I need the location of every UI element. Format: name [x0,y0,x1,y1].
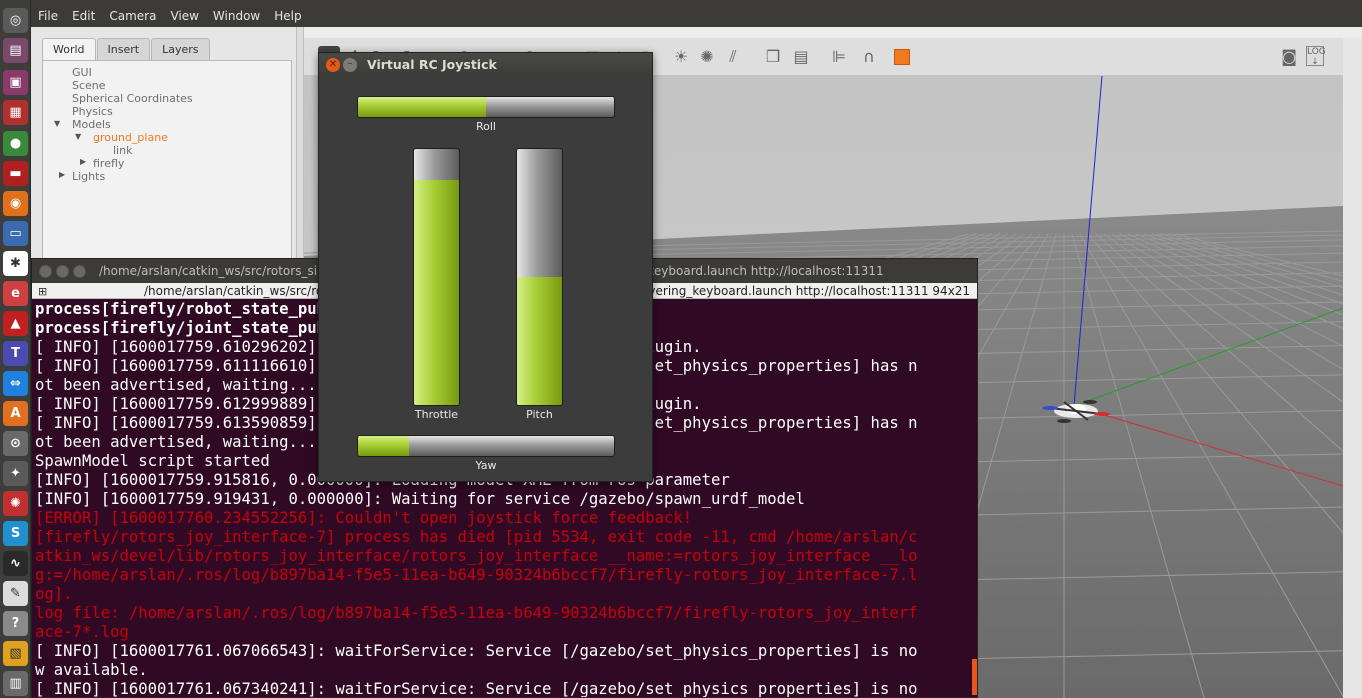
app-icon[interactable]: e [3,281,28,306]
menu-view[interactable]: View [163,9,205,23]
unity-launcher: ◎ ▤ ▣ ▦ ● ▬ ◉ ▭ ✱ e ▲ T ⇔ A ⊙ ✦ ✺ S ∿ ✎ … [0,0,31,698]
copy-icon[interactable]: ❐ [762,46,784,68]
terminal-line: log file: /home/arslan/.ros/log/b897ba14… [35,604,918,622]
joystick-titlebar[interactable]: ✕ – Virtual RC Joystick [319,53,652,76]
tree-item-link[interactable]: link [113,144,132,157]
virtual-rc-joystick-window: ✕ – Virtual RC Joystick Roll Throttle Pi… [318,52,653,482]
terminal-line: [ INFO] [1600017761.067340241]: waitForS… [35,680,918,698]
tree-item-scene[interactable]: Scene [72,79,106,92]
settings-icon[interactable]: ✦ [3,461,28,486]
slack-icon[interactable]: ✱ [3,251,28,276]
tree-item-spherical-coordinates[interactable]: Spherical Coordinates [72,92,193,105]
terminal-line: og]. [35,585,73,603]
terminal-line: g:=/home/arslan/.ros/log/b897ba14-f5e5-1… [35,566,918,584]
paste-icon[interactable]: ▤ [790,46,812,68]
gazebo-icon[interactable]: ▧ [3,641,28,666]
menu-window[interactable]: Window [206,9,267,23]
monitor-icon[interactable]: ∿ [3,551,28,576]
terminal-scrollbar[interactable] [972,659,977,695]
minimize-icon[interactable]: – [343,58,357,72]
teams-icon[interactable]: T [3,341,28,366]
expand-right-icon[interactable]: ▶ [80,157,86,166]
joystick-body: Roll Throttle Pitch Yaw [319,76,652,481]
tab-world[interactable]: World [42,38,96,60]
pitch-bar[interactable] [516,148,563,406]
app-icon[interactable]: A [3,401,28,426]
throttle-fill [414,179,459,405]
tab-layers[interactable]: Layers [151,38,210,60]
tree-item-physics[interactable]: Physics [72,105,113,118]
log-icon[interactable]: LOG ↓ [1306,46,1326,67]
app-icon[interactable]: ▬ [3,161,28,186]
pitch-label: Pitch [526,408,553,421]
snap-icon[interactable]: ∩ [858,46,880,68]
close-icon[interactable]: ✕ [326,58,340,72]
app-icon[interactable]: ⊙ [3,431,28,456]
align-icon[interactable]: ⊫ [828,46,850,68]
screenshot-icon[interactable]: ◙ [1278,46,1300,68]
tree-item-firefly[interactable]: firefly [93,157,124,170]
terminal-line: ace-7*.log [35,623,129,641]
expand-down-icon[interactable]: ▼ [75,132,81,141]
throttle-bar[interactable] [413,148,460,406]
yaw-bar[interactable] [357,435,615,457]
terminal-line: [firefly/rotors_joy_interface-7] process… [35,528,918,546]
editor-icon[interactable]: ✎ [3,581,28,606]
terminal-line: [ INFO] [1600017761.067066543]: waitForS… [35,642,918,660]
maximize-icon[interactable] [73,265,86,278]
roll-label: Roll [476,120,496,133]
view-angle-icon[interactable]: . [894,49,910,65]
menu-file[interactable]: File [31,9,65,23]
yaw-fill [358,436,410,456]
roll-bar[interactable] [357,96,615,118]
app-icon[interactable]: ▲ [3,311,28,336]
files-icon[interactable]: ▤ [3,38,28,63]
expand-right-icon[interactable]: ▶ [59,170,65,179]
terminal-line: w available. [35,661,148,679]
grid-icon[interactable]: ⊞ [38,285,47,298]
app-icon[interactable]: ✺ [3,491,28,516]
pitch-fill [517,277,562,405]
right-panel-strip [1343,38,1362,698]
tab-insert[interactable]: Insert [96,38,151,60]
help-icon[interactable]: ? [3,611,28,636]
menu-help[interactable]: Help [267,9,308,23]
terminal-line: atkin_ws/devel/lib/rotors_joy_interface/… [35,547,918,565]
tree-item-lights[interactable]: Lights [72,170,105,183]
trash-icon[interactable]: ▥ [3,671,28,696]
left-tabs: World Insert Layers [42,38,211,60]
document-icon[interactable]: ▭ [3,221,28,246]
menu-camera[interactable]: Camera [102,9,163,23]
skype-icon[interactable]: S [3,521,28,546]
tree-item-ground-plane[interactable]: ground_plane [93,131,168,144]
dash-icon[interactable]: ◎ [3,8,28,33]
teamviewer-icon[interactable]: ⇔ [3,371,28,396]
yaw-label: Yaw [475,459,497,472]
close-icon[interactable] [39,265,52,278]
joystick-title: Virtual RC Joystick [367,57,497,72]
tree-item-gui[interactable]: GUI [72,66,92,79]
menubar: File Edit Camera View Window Help [31,5,1362,27]
throttle-label: Throttle [414,408,459,421]
tree-item-models[interactable]: Models [72,118,111,131]
app-icon[interactable]: ▦ [3,100,28,125]
chrome-icon[interactable]: ● [3,131,28,156]
minimize-icon[interactable] [56,265,69,278]
expand-down-icon[interactable]: ▼ [54,119,60,128]
terminal-line: [INFO] [1600017759.919431, 0.000000]: Wa… [35,490,805,508]
app-icon[interactable]: ▣ [3,70,28,95]
point-light-icon[interactable]: ☀ [670,46,692,68]
directional-light-icon[interactable]: ⫽ [722,46,744,68]
firefox-icon[interactable]: ◉ [3,191,28,216]
spot-light-icon[interactable]: ✺ [696,46,718,68]
roll-fill [358,97,486,117]
terminal-line: [ERROR] [1600017760.234552256]: Couldn't… [35,509,693,527]
menu-edit[interactable]: Edit [65,9,102,23]
world-tree: GUI Scene Spherical Coordinates Physics … [42,60,292,290]
